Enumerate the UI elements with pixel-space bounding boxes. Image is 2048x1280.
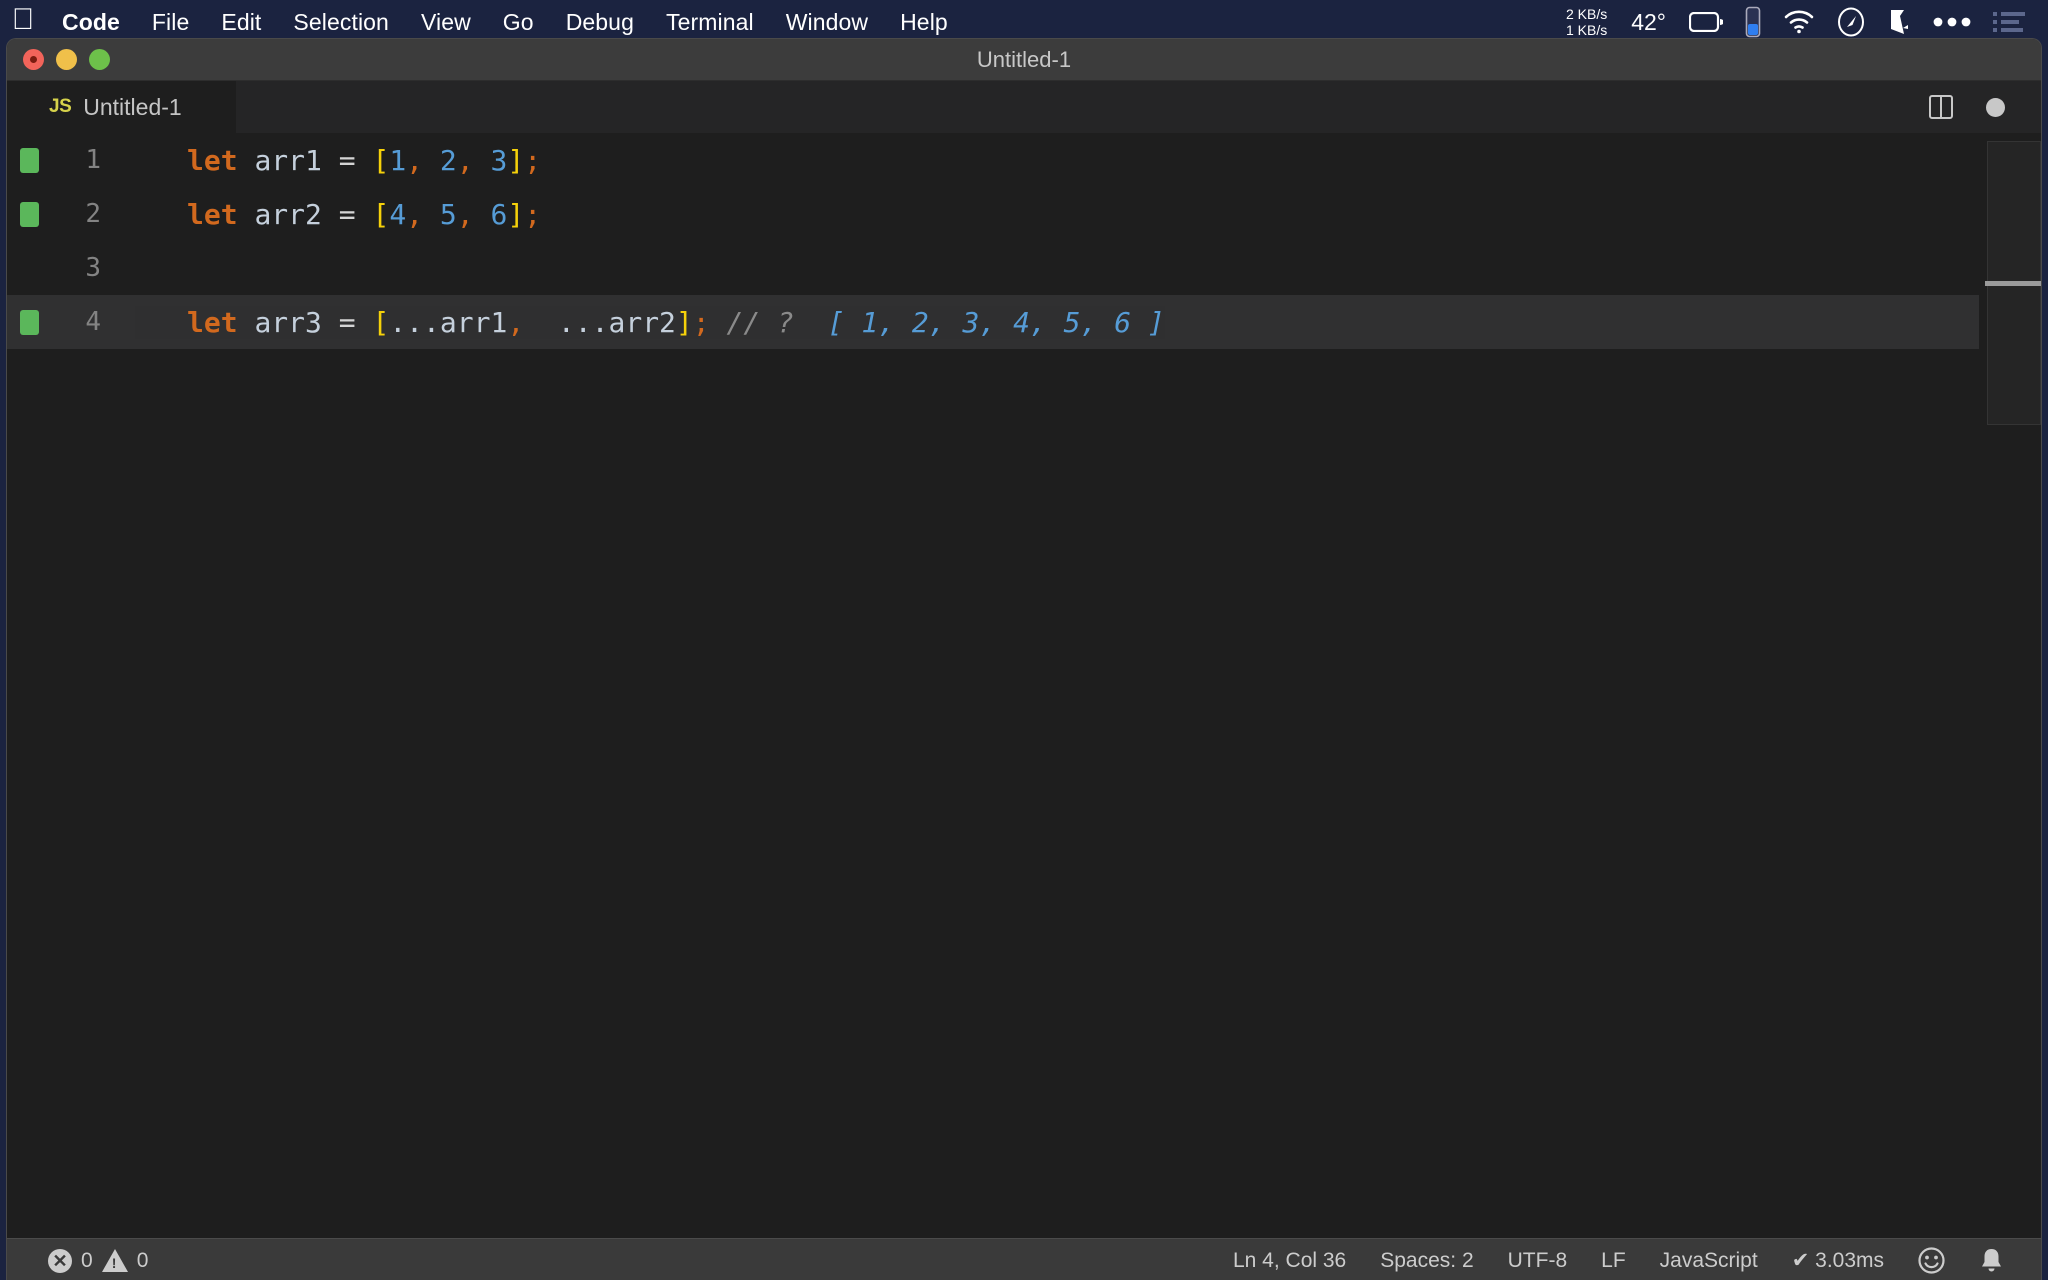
menu-items-container: Code File Edit Selection View Go Debug Terminal… <box>46 9 964 36</box>
notifications-bell-icon[interactable] <box>1962 1239 2021 1280</box>
code-token: ; <box>692 305 710 339</box>
git-added-marker <box>20 309 39 335</box>
warning-count: 0 <box>136 1248 149 1272</box>
menu-item-edit[interactable]: Edit <box>205 9 277 36</box>
code-token: 6 <box>490 197 508 231</box>
menu-item-go[interactable]: Go <box>487 9 550 36</box>
code-token: = <box>321 143 373 177</box>
maximize-button[interactable] <box>89 49 110 70</box>
menu-item-code[interactable]: Code <box>46 9 136 36</box>
code-token: // ? <box>726 305 828 339</box>
vscode-window: Untitled-1 JS Untitled-1 1 let arr1 = [1, … <box>6 38 2042 1280</box>
code-token: [ 1, 2, 3, 4, 5, 6 ] <box>827 305 1165 339</box>
editor-tab-label: Untitled-1 <box>83 93 182 120</box>
network-download-speed: 2 KB/s <box>1565 6 1608 22</box>
network-speed-indicator: 2 KB/s 1 KB/s <box>1560 6 1619 38</box>
traffic-light-buttons <box>7 49 110 70</box>
editor-tab[interactable]: JS Untitled-1 <box>7 81 237 133</box>
code-token: [ <box>372 197 390 231</box>
js-file-icon: JS <box>49 96 72 117</box>
menu-item-debug[interactable]: Debug <box>550 9 650 36</box>
cursor-position[interactable]: Ln 4, Col 36 <box>1216 1239 1363 1280</box>
menu-item-window[interactable]: Window <box>770 9 884 36</box>
code-token: ; <box>524 143 542 177</box>
git-added-marker <box>20 201 39 227</box>
more-actions-dot-icon[interactable] <box>1975 87 2015 127</box>
code-token: , <box>507 305 542 339</box>
code-token: = <box>321 305 373 339</box>
code-token: arr1 <box>254 143 322 177</box>
menu-item-selection[interactable]: Selection <box>277 9 405 36</box>
code-token: ] <box>507 143 525 177</box>
menu-item-help[interactable]: Help <box>884 9 964 36</box>
code-token: ...arr1 <box>389 305 508 339</box>
apple-logo-icon[interactable]:  <box>0 5 46 39</box>
code-token: 5 <box>439 197 457 231</box>
code-token: , <box>456 143 491 177</box>
editor-minimap[interactable] <box>1979 133 2041 1238</box>
code-line-text[interactable]: let arr3 = [...arr1, ...arr2]; // ? [ 1,… <box>135 305 1165 339</box>
code-token: ...arr2 <box>541 305 676 339</box>
minimize-button[interactable] <box>56 49 77 70</box>
code-token: , <box>456 197 491 231</box>
code-line-text[interactable]: let arr1 = [1, 2, 3]; <box>135 144 541 177</box>
line-number: 3 <box>85 253 101 283</box>
language-mode[interactable]: JavaScript <box>1643 1239 1775 1280</box>
split-editor-icon[interactable] <box>1921 87 1961 127</box>
minimap-code-line <box>1985 281 2041 286</box>
code-token: ] <box>507 197 525 231</box>
menu-item-terminal[interactable]: Terminal <box>650 9 770 36</box>
code-line[interactable]: 3 <box>7 241 2041 295</box>
code-line-text[interactable]: let arr2 = [4, 5, 6]; <box>135 198 541 231</box>
code-token: 2 <box>439 143 457 177</box>
git-added-marker <box>20 147 39 173</box>
window-title: Untitled-1 <box>976 46 1072 72</box>
close-button[interactable] <box>23 49 44 70</box>
code-token: let <box>187 143 238 177</box>
code-token: ] <box>675 305 693 339</box>
code-token: 4 <box>389 197 407 231</box>
warning-icon <box>101 1249 128 1272</box>
editor-actions <box>1921 81 2041 133</box>
code-token: 3 <box>490 143 508 177</box>
code-token: , <box>406 197 440 231</box>
status-bar-right: Ln 4, Col 36 Spaces: 2 UTF-8 LF JavaScri… <box>1216 1239 2041 1280</box>
code-token: 1 <box>389 143 407 177</box>
code-token: let <box>187 305 238 339</box>
indentation-setting[interactable]: Spaces: 2 <box>1363 1239 1490 1280</box>
code-token: let <box>187 197 238 231</box>
error-icon: ✕ <box>48 1248 72 1273</box>
menu-item-view[interactable]: View <box>405 9 487 36</box>
status-bar-left: ✕ 0 0 <box>7 1239 165 1280</box>
code-token: [ <box>372 143 390 177</box>
code-token: arr3 <box>254 305 322 339</box>
tabs-container: JS Untitled-1 <box>7 81 237 133</box>
temperature-indicator[interactable]: 42° <box>1619 9 1678 36</box>
code-line[interactable]: 1 let arr1 = [1, 2, 3]; <box>7 133 2041 187</box>
code-token: ; <box>524 197 542 231</box>
code-editor[interactable]: 1 let arr1 = [1, 2, 3]; 2 let arr2 = [4, 5,… <box>7 133 2041 1238</box>
code-lines-container[interactable]: 1 let arr1 = [1, 2, 3]; 2 let arr2 = [4, 5,… <box>7 133 2041 349</box>
window-title-bar: Untitled-1 <box>7 39 2041 81</box>
eol-setting[interactable]: LF <box>1584 1239 1643 1280</box>
status-bar: ✕ 0 0 Ln 4, Col 36 Spaces: 2 UTF-8 LF Ja… <box>7 1238 2041 1280</box>
feedback-smiley-icon[interactable] <box>1901 1239 1962 1280</box>
code-line[interactable]: 4 let arr3 = [...arr1, ...arr2]; // ? [ 1… <box>7 295 2041 349</box>
network-upload-speed: 1 KB/s <box>1565 22 1608 38</box>
problems-status[interactable]: ✕ 0 0 <box>31 1239 165 1280</box>
code-token: , <box>406 143 440 177</box>
timing-status[interactable]: ✔ 3.03ms <box>1775 1239 1901 1280</box>
menu-item-file[interactable]: File <box>136 9 205 36</box>
code-token: = <box>321 197 373 231</box>
encoding-setting[interactable]: UTF-8 <box>1491 1239 1585 1280</box>
code-token: [ <box>372 305 390 339</box>
error-count: 0 <box>81 1248 93 1272</box>
code-line[interactable]: 2 let arr2 = [4, 5, 6]; <box>7 187 2041 241</box>
code-token: arr2 <box>254 197 322 231</box>
editor-tab-bar: JS Untitled-1 <box>7 81 2041 133</box>
